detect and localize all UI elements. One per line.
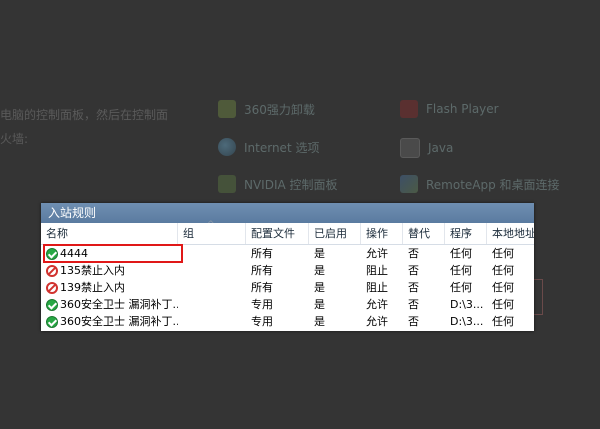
rule-action: 阻止 [366,281,388,294]
rule-name: 139禁止入内 [60,281,125,294]
rule-action: 允许 [366,247,388,260]
rule-group [178,245,246,262]
control-panel-item-flash-player[interactable]: Flash Player [400,100,499,118]
rule-action: 阻止 [366,264,388,277]
rule-profile: 专用 [251,315,273,328]
column-header-override[interactable]: 替代 [403,223,445,244]
rule-name-cell: 139禁止入内 [41,279,178,296]
rule-action: 允许 [366,315,388,328]
rule-name: 360安全卫士 漏洞补丁... [60,298,178,311]
inbound-rules-window: 入站规则 名称 组 ^ 配置文件 已启用 操作 替代 程序 本地地址 4444 … [41,203,534,331]
rule-enabled: 是 [314,247,325,260]
rule-program: 任何 [450,264,472,277]
rule-program: 任何 [450,247,472,260]
sort-ascending-icon: ^ [207,220,215,230]
remote-desktop-icon [400,175,418,193]
rule-name-cell: 360安全卫士 漏洞补丁... [41,296,178,313]
allow-check-icon [46,315,58,328]
control-panel-item-label: NVIDIA 控制面板 [244,177,338,192]
column-header-program[interactable]: 程序 [445,223,487,244]
control-panel-item-label: Flash Player [426,102,499,116]
nvidia-icon [218,175,236,193]
rule-group [178,313,246,330]
control-panel-item-label: 360强力卸载 [244,102,315,117]
block-icon [46,264,58,277]
rule-override: 否 [408,247,419,260]
flash-icon [400,100,418,118]
rule-name-cell: 135禁止入内 [41,262,178,279]
rule-profile: 所有 [251,281,273,294]
rule-program: D:\3... [450,315,484,328]
table-row[interactable]: 135禁止入内 所有 是 阻止 否 任何 任何 [41,262,534,279]
rule-local-address: 任何 [492,298,514,311]
rule-name: 135禁止入内 [60,264,125,277]
table-row[interactable]: 360安全卫士 漏洞补丁... 专用 是 允许 否 D:\3... 任何 [41,296,534,313]
rule-override: 否 [408,315,419,328]
control-panel-item-remoteapp[interactable]: RemoteApp 和桌面连接 [400,175,560,193]
highlight-box [43,244,183,263]
control-panel-item-label: Java [428,141,454,155]
rule-enabled: 是 [314,298,325,311]
rule-enabled: 是 [314,315,325,328]
block-icon [46,281,58,294]
table-row[interactable]: 360安全卫士 漏洞补丁... 专用 是 允许 否 D:\3... 任何 [41,313,534,330]
window-title: 入站规则 [41,203,534,223]
control-panel-item-360-uninstall[interactable]: 360强力卸载 [218,100,315,118]
rule-override: 否 [408,264,419,277]
control-panel-item-nvidia[interactable]: NVIDIA 控制面板 [218,175,338,193]
control-panel-item-label: Internet 选项 [244,140,320,155]
rule-local-address: 任何 [492,281,514,294]
rule-group [178,279,246,296]
column-header-profile[interactable]: 配置文件 [246,223,309,244]
rule-name-cell: 360安全卫士 漏洞补丁... [41,313,178,330]
control-panel-item-java[interactable]: Java [400,138,453,158]
control-panel-item-label: RemoteApp 和桌面连接 [426,177,560,192]
rule-program: 任何 [450,281,472,294]
rule-name: 360安全卫士 漏洞补丁... [60,315,178,328]
rule-profile: 专用 [251,298,273,311]
column-headers: 名称 组 ^ 配置文件 已启用 操作 替代 程序 本地地址 [41,220,534,245]
rule-enabled: 是 [314,264,325,277]
background-instruction-text: 火墙: [0,132,29,146]
globe-icon [218,138,236,156]
rule-profile: 所有 [251,247,273,260]
rule-group [178,262,246,279]
power-icon [218,100,236,118]
column-header-name[interactable]: 名称 [41,223,178,244]
column-header-enabled[interactable]: 已启用 [309,223,361,244]
rule-profile: 所有 [251,264,273,277]
table-row[interactable]: 139禁止入内 所有 是 阻止 否 任何 任何 [41,279,534,296]
allow-check-icon [46,298,58,311]
java-icon [400,138,420,158]
rule-local-address: 任何 [492,315,514,328]
rule-local-address: 任何 [492,247,514,260]
column-header-action[interactable]: 操作 [361,223,403,244]
rule-override: 否 [408,298,419,311]
control-panel-item-internet-options[interactable]: Internet 选项 [218,138,319,156]
rule-action: 允许 [366,298,388,311]
rule-group [178,296,246,313]
column-header-local-address[interactable]: 本地地址 [487,223,534,244]
background-instruction-text: 电脑的控制面板，然后在控制面 [0,108,169,122]
rule-enabled: 是 [314,281,325,294]
rule-program: D:\3... [450,298,484,311]
rule-override: 否 [408,281,419,294]
rule-local-address: 任何 [492,264,514,277]
